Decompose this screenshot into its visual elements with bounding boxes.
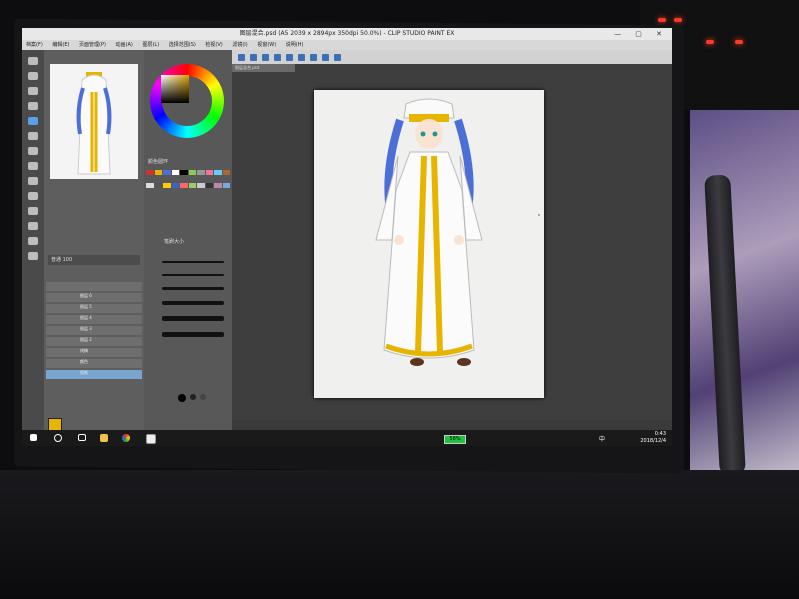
- layer-row[interactable]: 线稿: [46, 337, 142, 353]
- file-tab[interactable]: 图层混合.psd: [232, 64, 295, 72]
- color-picker-box[interactable]: [161, 75, 189, 103]
- layer-row[interactable]: 颜色: [46, 348, 142, 364]
- layer-row[interactable]: 图层 4: [46, 304, 142, 320]
- menu-view[interactable]: 检视(V): [205, 42, 222, 48]
- brush-preset[interactable]: [162, 287, 224, 290]
- color-panel-label: 颜色圆环: [148, 159, 169, 165]
- mousepad: [690, 110, 799, 480]
- menu-layer[interactable]: 图层(L): [142, 42, 159, 48]
- move-tool-icon[interactable]: [28, 72, 38, 80]
- window-title: 图层混合.psd (A5 2039 x 2894px 350dpi 50.0%)…: [239, 30, 455, 37]
- canvas-area[interactable]: 图层混合.psd: [232, 64, 672, 420]
- photo-environment: 图层混合.psd (A5 2039 x 2894px 350dpi 50.0%)…: [0, 0, 799, 599]
- character-illustration: [375, 98, 483, 366]
- layer-row[interactable]: 图层 3: [46, 315, 142, 331]
- menu-window[interactable]: 视窗(W): [257, 42, 276, 48]
- gradient-tool-icon[interactable]: [28, 207, 38, 215]
- navigator-thumbnail[interactable]: [50, 64, 138, 179]
- windows-start-icon[interactable]: [30, 434, 37, 441]
- cursor-icon: [538, 214, 540, 216]
- layer-list: 图层 6 图层 5 图层 4 图层 3 图层 2 线稿 颜色 用纸: [46, 280, 142, 420]
- windows-taskbar: 58% 中 0:43 2018/12/4: [22, 430, 672, 446]
- brush-preset[interactable]: [162, 301, 224, 305]
- deselect-icon[interactable]: [322, 53, 329, 61]
- brush-preset[interactable]: [162, 274, 224, 276]
- color-and-brush-panel: 颜色圆环 笔刷大小: [144, 50, 232, 430]
- tablet-screen: 图层混合.psd (A5 2039 x 2894px 350dpi 50.0%)…: [22, 28, 672, 446]
- layer-row[interactable]: 图层 6: [46, 282, 142, 298]
- window-titlebar: 图层混合.psd (A5 2039 x 2894px 350dpi 50.0%)…: [22, 28, 672, 40]
- input-language[interactable]: 中: [599, 434, 605, 443]
- balloon-tool-icon[interactable]: [28, 252, 38, 260]
- menu-page[interactable]: 页面管理(P): [79, 42, 106, 48]
- fill-tool-icon[interactable]: [28, 192, 38, 200]
- search-icon[interactable]: [54, 434, 62, 442]
- window-controls[interactable]: — ▢ ✕: [614, 28, 668, 40]
- character-thumbnail-icon: [76, 72, 112, 175]
- brush-preset[interactable]: [162, 332, 224, 337]
- desk: [0, 470, 799, 599]
- new-file-icon[interactable]: [238, 53, 245, 61]
- navigator-and-layer-panel: 普通 100 图层 6 图层 5 图层 4 图层 3 图层 2 线稿 颜色 用纸: [44, 50, 144, 432]
- clip-studio-icon[interactable]: [146, 434, 156, 444]
- color-swatch-grid[interactable]: [146, 170, 230, 194]
- layer-row[interactable]: 图层 2: [46, 326, 142, 342]
- brush-preset[interactable]: [162, 261, 224, 263]
- brush-size-dots[interactable]: [178, 394, 206, 402]
- layer-row[interactable]: 图层 5: [46, 293, 142, 309]
- eraser-tool-icon[interactable]: [28, 177, 38, 185]
- menu-select[interactable]: 选择范围(S): [169, 42, 196, 48]
- brush-panel-label: 笔刷大小: [164, 239, 185, 245]
- explorer-icon[interactable]: [100, 434, 108, 442]
- zoom-tool-icon[interactable]: [28, 57, 38, 65]
- menu-edit[interactable]: 编辑(E): [52, 42, 69, 48]
- clear-icon[interactable]: [298, 53, 305, 61]
- pen-tool-icon[interactable]: [28, 117, 38, 125]
- color-wheel[interactable]: [150, 64, 224, 138]
- battery-indicator[interactable]: 58%: [444, 435, 466, 444]
- open-icon[interactable]: [250, 53, 257, 61]
- brush-preset[interactable]: [162, 316, 224, 321]
- menu-help[interactable]: 说明(H): [286, 42, 304, 48]
- menu-bar: 档案(F) 编辑(E) 页面管理(P) 动画(A) 图层(L) 选择范围(S) …: [22, 40, 672, 50]
- invert-selection-icon[interactable]: [334, 53, 341, 61]
- save-icon[interactable]: [262, 53, 269, 61]
- select-tool-icon[interactable]: [28, 87, 38, 95]
- layer-blend-mode[interactable]: 普通 100: [48, 255, 140, 265]
- undo-icon[interactable]: [274, 53, 281, 61]
- task-view-icon[interactable]: [78, 434, 86, 441]
- redo-icon[interactable]: [286, 53, 293, 61]
- brush-stroke-list: [144, 250, 232, 350]
- chrome-icon[interactable]: [122, 434, 130, 442]
- tool-palette: [22, 50, 44, 430]
- menu-file[interactable]: 档案(F): [26, 42, 43, 48]
- document-canvas[interactable]: [314, 90, 544, 398]
- system-clock[interactable]: 0:43 2018/12/4: [640, 431, 666, 445]
- text-tool-icon[interactable]: [28, 237, 38, 245]
- command-bar: [232, 50, 672, 64]
- airbrush-tool-icon[interactable]: [28, 162, 38, 170]
- menu-animation[interactable]: 动画(A): [116, 42, 133, 48]
- brush-tool-icon[interactable]: [28, 147, 38, 155]
- figure-tool-icon[interactable]: [28, 222, 38, 230]
- transform-icon[interactable]: [310, 53, 317, 61]
- layer-row[interactable]: 用纸: [46, 359, 142, 375]
- eyedropper-tool-icon[interactable]: [28, 102, 38, 110]
- pencil-tool-icon[interactable]: [28, 132, 38, 140]
- menu-filter[interactable]: 滤镜(I): [232, 42, 247, 48]
